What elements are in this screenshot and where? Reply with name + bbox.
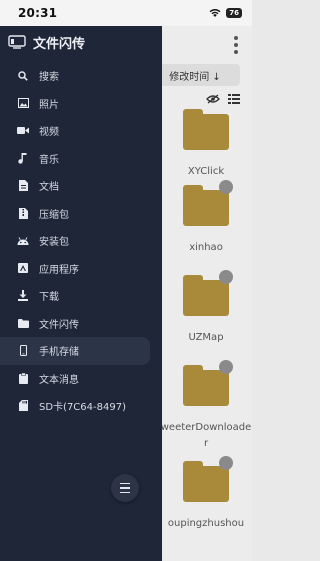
drawer-menu: 搜索 照片 视频 音乐 文档 压缩包 安装包 应用程序 下载 文件闪传 手机存储… bbox=[0, 62, 162, 420]
hamburger-icon bbox=[120, 481, 130, 495]
menu-item-music[interactable]: 音乐 bbox=[0, 145, 162, 173]
drawer-title: 文件闪传 bbox=[33, 36, 86, 52]
menu-item-archives[interactable]: 压缩包 bbox=[0, 200, 162, 228]
phone-icon bbox=[17, 345, 29, 357]
menu-label: 安装包 bbox=[39, 237, 69, 249]
more-options-icon[interactable] bbox=[234, 36, 238, 54]
archive-icon bbox=[17, 207, 29, 219]
menu-item-documents[interactable]: 文档 bbox=[0, 172, 162, 200]
select-indicator[interactable] bbox=[219, 270, 233, 284]
wifi-icon bbox=[209, 9, 221, 17]
download-icon bbox=[17, 290, 29, 302]
navigation-drawer: 文件闪传 搜索 照片 视频 音乐 文档 压缩包 安装包 应用程序 下载 文件闪传… bbox=[0, 26, 162, 561]
menu-label: 压缩包 bbox=[39, 209, 69, 221]
floating-menu-button[interactable] bbox=[111, 474, 139, 502]
menu-item-videos[interactable]: 视频 bbox=[0, 117, 162, 145]
menu-item-file-transfer[interactable]: 文件闪传 bbox=[0, 310, 162, 338]
file-entry[interactable]: UZMap bbox=[160, 270, 252, 346]
menu-item-installers[interactable]: 安装包 bbox=[0, 227, 162, 255]
sd-card-icon bbox=[17, 400, 29, 412]
select-indicator[interactable] bbox=[219, 180, 233, 194]
select-indicator[interactable] bbox=[219, 456, 233, 470]
status-icons: 76 bbox=[209, 8, 242, 18]
menu-label: 手机存储 bbox=[39, 347, 79, 359]
folder-icon bbox=[183, 109, 229, 150]
menu-label: 下载 bbox=[39, 292, 59, 304]
file-entry[interactable]: oupingzhushou bbox=[160, 456, 252, 532]
menu-label: SD卡(7C64-8497) bbox=[39, 402, 126, 414]
menu-item-photos[interactable]: 照片 bbox=[0, 90, 162, 118]
hidden-files-icon[interactable] bbox=[206, 94, 220, 104]
battery-indicator: 76 bbox=[226, 8, 242, 18]
file-entry[interactable]: weeterDownloader bbox=[160, 360, 252, 452]
drawer-header: 文件闪传 bbox=[0, 26, 162, 58]
file-entry[interactable]: xinhao bbox=[160, 180, 252, 256]
menu-item-sd-card[interactable]: SD卡(7C64-8497) bbox=[0, 392, 162, 420]
list-view-icon[interactable] bbox=[228, 93, 240, 105]
status-time: 20:31 bbox=[18, 6, 58, 20]
file-name: weeterDownloader bbox=[160, 422, 252, 449]
music-icon bbox=[17, 152, 29, 164]
android-icon bbox=[17, 235, 29, 247]
menu-label: 文本消息 bbox=[39, 374, 79, 386]
menu-label: 文档 bbox=[39, 182, 59, 194]
sort-button[interactable]: 修改时间 ↓ bbox=[150, 64, 240, 86]
file-name: xinhao bbox=[189, 242, 223, 253]
folder-icon bbox=[183, 180, 233, 226]
menu-label: 搜索 bbox=[39, 72, 59, 84]
video-icon bbox=[17, 125, 29, 137]
select-indicator[interactable] bbox=[219, 360, 233, 374]
file-name: XYClick bbox=[187, 166, 225, 177]
file-name: oupingzhushou bbox=[167, 518, 245, 529]
file-name: UZMap bbox=[188, 332, 224, 343]
menu-item-downloads[interactable]: 下载 bbox=[0, 282, 162, 310]
menu-item-phone-storage[interactable]: 手机存储 bbox=[0, 337, 150, 365]
folder-icon bbox=[183, 360, 233, 406]
menu-label: 照片 bbox=[39, 99, 59, 111]
app-icon bbox=[17, 262, 29, 274]
cast-screen-icon bbox=[8, 35, 26, 49]
photo-icon bbox=[17, 97, 29, 109]
menu-label: 应用程序 bbox=[39, 264, 79, 276]
folder-icon bbox=[183, 270, 233, 316]
menu-item-apps[interactable]: 应用程序 bbox=[0, 255, 162, 283]
file-entry[interactable]: XYClick bbox=[160, 109, 252, 180]
menu-item-text-messages[interactable]: 文本消息 bbox=[0, 365, 162, 393]
clipboard-icon bbox=[17, 372, 29, 384]
menu-label: 音乐 bbox=[39, 154, 59, 166]
menu-label: 文件闪传 bbox=[39, 319, 79, 331]
document-icon bbox=[17, 180, 29, 192]
folder-icon bbox=[17, 317, 29, 329]
menu-item-search[interactable]: 搜索 bbox=[0, 62, 162, 90]
status-bar: 20:31 76 bbox=[0, 0, 252, 26]
menu-label: 视频 bbox=[39, 127, 59, 139]
search-icon bbox=[17, 70, 29, 82]
folder-icon bbox=[183, 456, 233, 502]
